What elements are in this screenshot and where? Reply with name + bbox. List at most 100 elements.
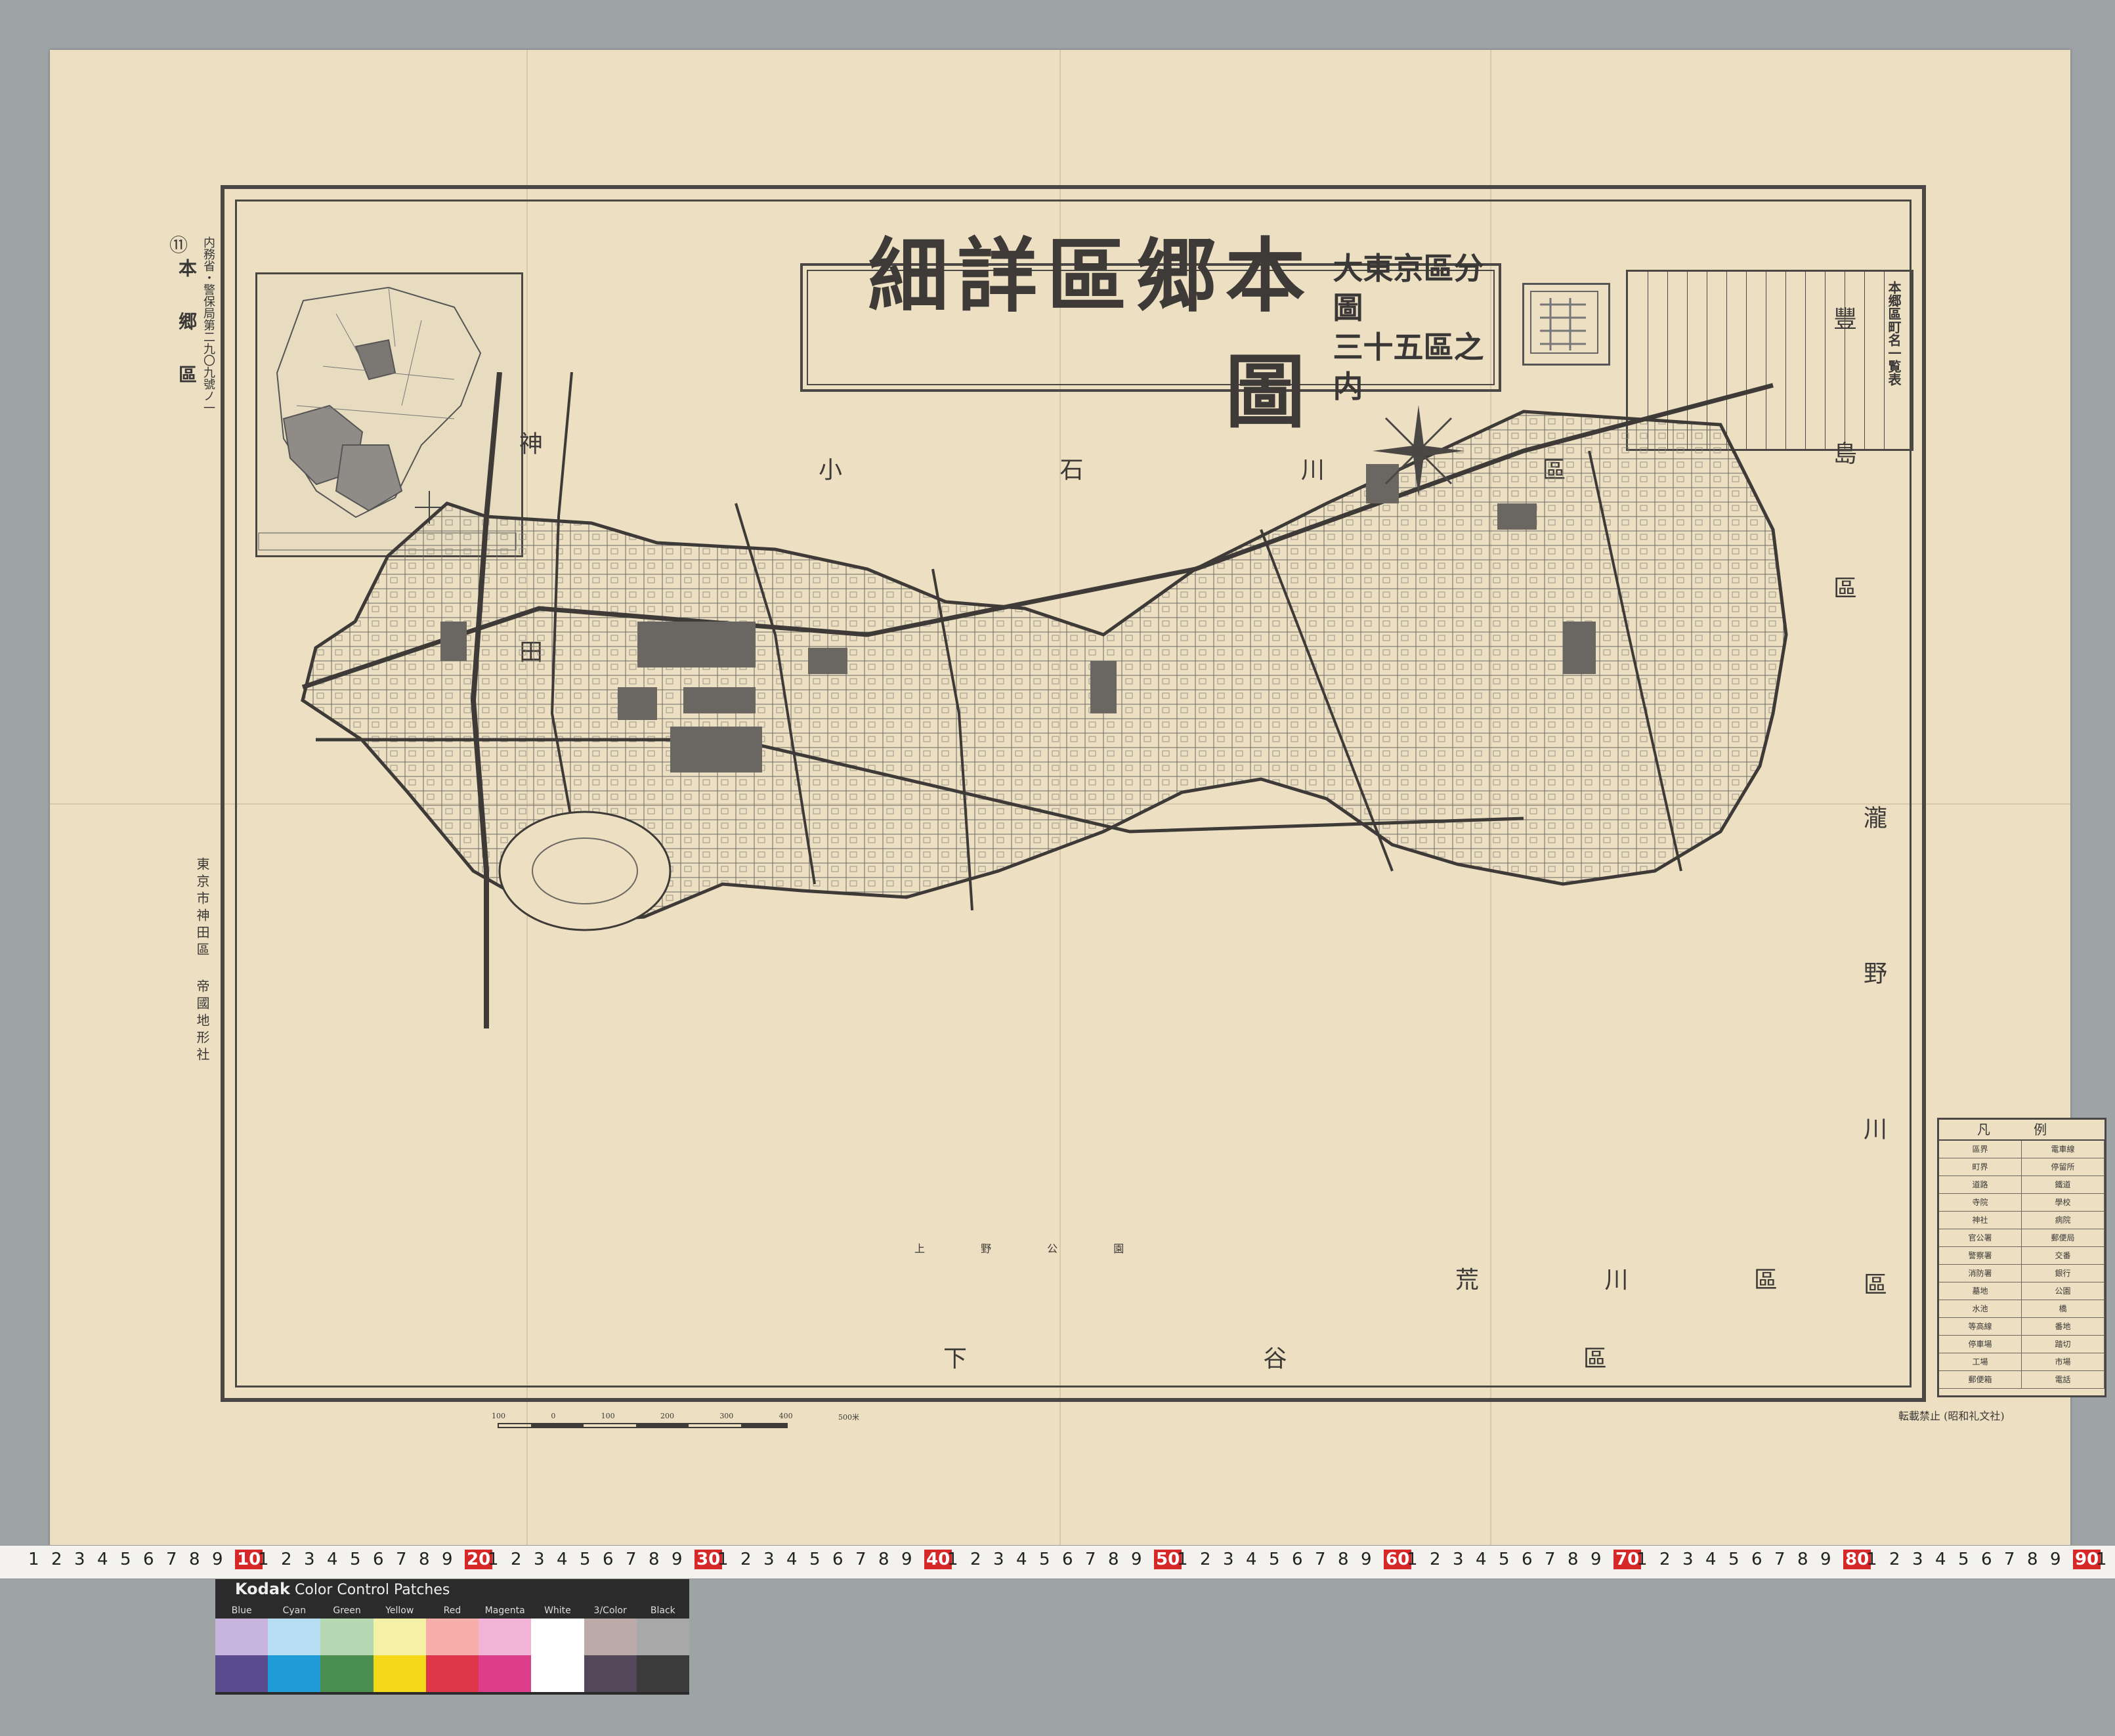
color-patch-dark bbox=[425, 1655, 479, 1692]
map-legend: 凡 例 區界 電車線 町界 停留所 道路 鐵道 寺院 學校 神社 病院 官公署 郵便局 警察署 交番 消防署… bbox=[1937, 1118, 2106, 1397]
map-frame-inner: 本郷區詳細圖 大東京區分圖 三十五區之内 本郷區町名一覧表 小 石 川 區 神 … bbox=[235, 200, 2106, 1428]
legend-title: 凡 例 bbox=[1939, 1120, 2104, 1141]
ruler-tick-label: 4 bbox=[1016, 1550, 1027, 1569]
patch-label: Green bbox=[333, 1605, 361, 1616]
color-patch-dark bbox=[268, 1655, 321, 1692]
ruler-tick-label: 7 bbox=[1545, 1550, 1556, 1569]
ruler-tick-label: 4 bbox=[1705, 1550, 1717, 1569]
ruler-tick-label: 1 bbox=[1636, 1550, 1648, 1569]
scale-label: 200 bbox=[660, 1412, 674, 1420]
ruler-tick-label: 4 bbox=[786, 1550, 798, 1569]
ruler-tick-label: 1 bbox=[947, 1550, 958, 1569]
ruler-tick-label: 2 bbox=[511, 1550, 522, 1569]
legend-item: 電車線 bbox=[2022, 1141, 2104, 1158]
ruler-tick-label: 2 bbox=[1889, 1550, 1900, 1569]
scale-label: 400 bbox=[779, 1412, 793, 1420]
legend-item: 工場 bbox=[1939, 1353, 2022, 1370]
scale-label: 100 bbox=[492, 1412, 505, 1420]
ruler-tick-label: 6 bbox=[1062, 1550, 1073, 1569]
patch-label: Cyan bbox=[282, 1605, 307, 1616]
ruler-tick-label: 8 bbox=[1108, 1550, 1119, 1569]
legend-row: 町界 停留所 bbox=[1939, 1158, 2104, 1176]
legend-item: 水池 bbox=[1939, 1300, 2022, 1317]
map-subtitle-line1: 大東京區分圖 bbox=[1333, 251, 1484, 326]
patch-label: Magenta bbox=[484, 1605, 525, 1616]
legend-item: 橋 bbox=[2022, 1300, 2104, 1317]
legend-item: 官公署 bbox=[1939, 1229, 2022, 1246]
scale-label: 300 bbox=[719, 1412, 734, 1420]
ruler-tick-label: 7 bbox=[1085, 1550, 1096, 1569]
legend-item: 停車場 bbox=[1939, 1336, 2022, 1353]
ruler-tick-label: 3 bbox=[74, 1550, 85, 1569]
ward-table-title: 本郷區町名一覧表 bbox=[1886, 281, 1902, 386]
ruler-tick-label: 3 bbox=[304, 1550, 315, 1569]
ruler-tick-label: 7 bbox=[166, 1550, 177, 1569]
ruler-tick-label: 5 bbox=[1039, 1550, 1050, 1569]
ruler-tick-label: 7 bbox=[1315, 1550, 1326, 1569]
ruler-tick-label: 1 bbox=[2096, 1550, 2107, 1569]
scale-label: 0 bbox=[551, 1412, 556, 1420]
ruler-tick-label: 8 bbox=[419, 1550, 430, 1569]
color-patch-light bbox=[584, 1619, 637, 1655]
kodak-product-name: Color Control Patches bbox=[295, 1582, 450, 1598]
ruler-tick-label: 3 bbox=[1453, 1550, 1464, 1569]
color-patch-light bbox=[320, 1619, 374, 1655]
patch-label: Black bbox=[650, 1605, 675, 1616]
ruler-tick-label: 5 bbox=[1958, 1550, 1969, 1569]
legend-item: 銀行 bbox=[2022, 1265, 2104, 1282]
color-patch-dark bbox=[320, 1655, 374, 1692]
legend-item: 道路 bbox=[1939, 1176, 2022, 1193]
legend-item: 警察署 bbox=[1939, 1247, 2022, 1264]
ruler-tick-label: 1 bbox=[1866, 1550, 1877, 1569]
ruler-tick-label: 2 bbox=[281, 1550, 292, 1569]
legend-item: 郵便箱 bbox=[1939, 1371, 2022, 1388]
legend-item: 町界 bbox=[1939, 1158, 2022, 1175]
ruler-tick-label: 9 bbox=[1131, 1550, 1142, 1569]
ruler-tick-label: 6 bbox=[1522, 1550, 1533, 1569]
ruler-tick-label: 2 bbox=[1430, 1550, 1441, 1569]
scale-label: 500米 bbox=[838, 1413, 859, 1422]
left-margin: ⑪ 本 郷 區 内務省・警保局第二九〇九號ノ一 東京市神田區 帝國地形社 bbox=[147, 181, 219, 1376]
ruler-tick-label: 8 bbox=[649, 1550, 660, 1569]
ruler-tick-label: 5 bbox=[1499, 1550, 1510, 1569]
ruler-tick-label: 4 bbox=[1935, 1550, 1946, 1569]
ruler-tick-label: 9 bbox=[2050, 1550, 2061, 1569]
legend-row: 墓地 公園 bbox=[1939, 1282, 2104, 1300]
legend-item: 鐵道 bbox=[2022, 1176, 2104, 1193]
color-patch-light bbox=[425, 1619, 479, 1655]
color-patch-light bbox=[636, 1619, 689, 1655]
ruler-tick-label: 8 bbox=[1797, 1550, 1808, 1569]
ruler-tick-label: 2 bbox=[51, 1550, 62, 1569]
ruler-tick-label: 4 bbox=[97, 1550, 108, 1569]
patch-label: Blue bbox=[231, 1605, 252, 1616]
legend-row: 水池橋 bbox=[1939, 1300, 2104, 1318]
ruler-tick-label: 3 bbox=[1223, 1550, 1234, 1569]
patch-row-light bbox=[215, 1619, 689, 1655]
ruler-tick-label: 8 bbox=[878, 1550, 889, 1569]
legend-row: 區界 電車線 bbox=[1939, 1141, 2104, 1158]
patch-labels: Blue Cyan Green Yellow Red Magenta White 3/Colo… bbox=[215, 1605, 689, 1619]
registration-number: 内務省・警保局第二九〇九號ノ一 bbox=[202, 236, 215, 413]
ruler-tick-label: 3 bbox=[534, 1550, 545, 1569]
legend-row: 停車場 踏切 bbox=[1939, 1336, 2104, 1353]
patch-label: 3/Color bbox=[593, 1605, 627, 1616]
color-patch-dark bbox=[636, 1655, 689, 1692]
legend-item: 病院 bbox=[2022, 1212, 2104, 1229]
ruler-tick-label: 9 bbox=[901, 1550, 912, 1569]
patch-label: White bbox=[544, 1605, 571, 1616]
main-map-drawing bbox=[301, 372, 1788, 1028]
legend-item: 公園 bbox=[2022, 1282, 2104, 1300]
seal-stamp-drawing bbox=[1530, 291, 1598, 354]
color-control-patches: Kodak Color Control Patches Blue Cyan Gree… bbox=[215, 1579, 689, 1695]
ruler-tick-label: 4 bbox=[1246, 1550, 1257, 1569]
scale-label: 100 bbox=[601, 1412, 615, 1420]
legend-item: 墓地 bbox=[1939, 1282, 2022, 1300]
ward-label-vertical: 本 郷 區 bbox=[176, 259, 198, 390]
ruler-tick-label: 7 bbox=[2004, 1550, 2015, 1569]
legend-item: 市場 bbox=[2022, 1353, 2104, 1370]
ruler-tick-label: 5 bbox=[580, 1550, 591, 1569]
legend-item: 番地 bbox=[2022, 1318, 2104, 1335]
ruler-tick-label: 7 bbox=[626, 1550, 637, 1569]
kodak-brand: Kodak bbox=[235, 1580, 290, 1598]
ruler-tick-label: 9 bbox=[442, 1550, 453, 1569]
